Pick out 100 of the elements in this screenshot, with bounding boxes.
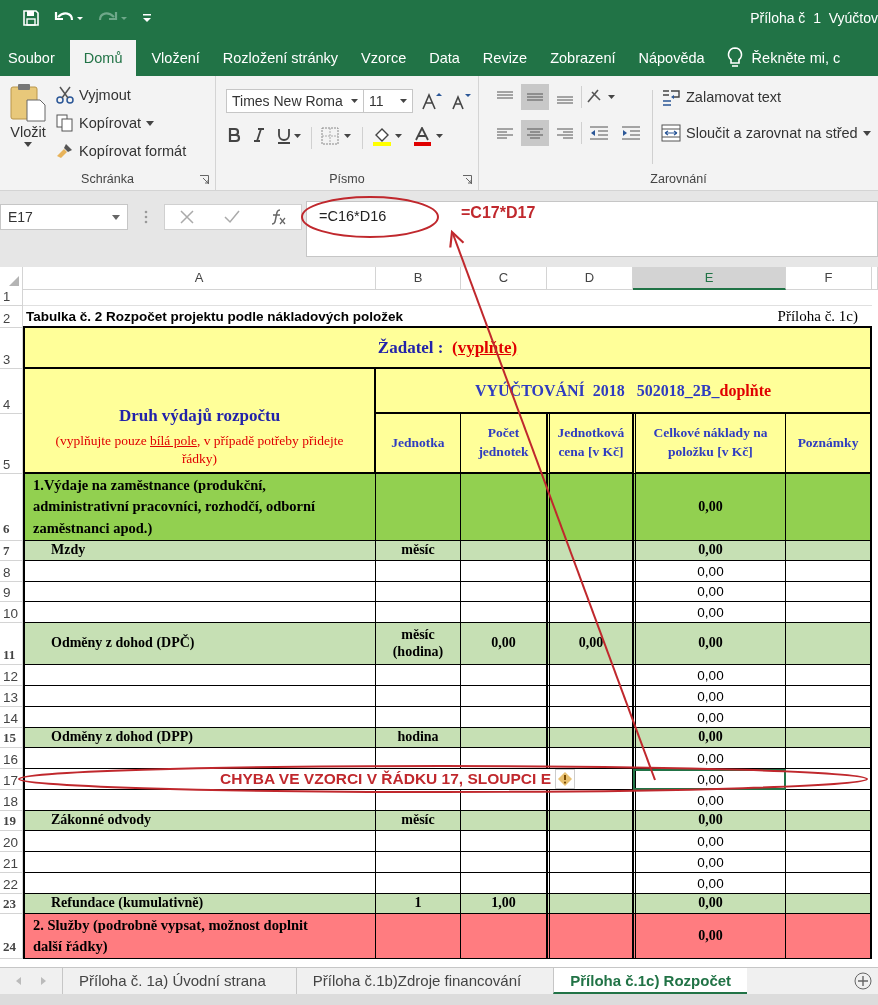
table-cell: 0,00 — [633, 665, 786, 686]
row-header[interactable]: 2 — [0, 306, 23, 328]
copy-button[interactable]: Kopírovat — [56, 112, 187, 134]
cut-button[interactable]: Vyjmout — [56, 84, 187, 106]
row-header[interactable]: 21 — [0, 852, 23, 873]
bold-icon[interactable] — [226, 127, 242, 143]
row-header[interactable]: 12 — [0, 665, 23, 686]
caret-icon — [146, 120, 155, 126]
lightbulb-icon[interactable] — [725, 46, 744, 68]
name-box[interactable]: E17 — [0, 204, 128, 230]
paste-button[interactable]: Vložit — [0, 82, 56, 168]
table-cell: 0,00 — [633, 582, 786, 602]
shrink-font-icon[interactable] — [451, 92, 473, 110]
table-cell: 0,00 — [633, 561, 786, 582]
copy-icon — [56, 114, 74, 132]
table-cell: 0,00 — [461, 623, 547, 665]
row-header[interactable]: 15 — [0, 728, 23, 748]
row-header[interactable]: 20 — [0, 831, 23, 852]
ribbon-tab[interactable]: Domů — [69, 40, 137, 76]
table-cell: 0,00 — [633, 707, 786, 728]
ribbon-tab[interactable]: Soubor — [0, 40, 63, 76]
caret-icon — [862, 130, 871, 136]
table-cell: 0,00 — [633, 831, 786, 852]
italic-icon[interactable] — [251, 127, 267, 143]
table-cell: 1 — [376, 894, 461, 914]
table-cell: 1,00 — [461, 894, 547, 914]
header-title: Druh výdajů rozpočtu — [118, 405, 281, 426]
table-cell: 0,00 — [633, 852, 786, 873]
table-header-cell: Jednotková cena [v Kč] — [547, 414, 633, 474]
ribbon-tab[interactable]: Nápověda — [630, 40, 713, 76]
warning-icon[interactable] — [555, 769, 575, 789]
row-header[interactable]: 8 — [0, 561, 23, 582]
error-annotation: CHYBA VE VZORCI V ŘÁDKU 17, SLOUPCI E — [219, 770, 551, 788]
customize-icon[interactable] — [142, 12, 152, 24]
column-header[interactable]: E — [633, 267, 786, 290]
row-header[interactable]: 11 — [0, 623, 23, 665]
row-header[interactable]: 6 — [0, 474, 23, 541]
row-header[interactable]: 10 — [0, 602, 23, 623]
table-cell: 0,00 — [633, 914, 786, 959]
font-size-field[interactable]: 11 — [363, 89, 413, 113]
paintbrush-icon — [56, 142, 74, 160]
borders-icon[interactable] — [321, 127, 353, 145]
save-icon[interactable] — [22, 9, 40, 27]
ribbon-tab[interactable]: Revize — [474, 40, 536, 76]
caret-icon — [24, 142, 32, 147]
ribbon-tab[interactable]: Data — [421, 40, 468, 76]
merge-center-button[interactable]: Sloučit a zarovnat na střed — [661, 120, 871, 146]
scissors-icon — [56, 86, 74, 104]
table-cell: 0,00 — [633, 811, 786, 831]
sheet-tab[interactable]: Příloha č.1c) Rozpočet — [553, 968, 748, 994]
font-name-field[interactable]: Times New Roma — [226, 89, 364, 113]
row-header[interactable]: 9 — [0, 582, 23, 602]
table-cell: 0,00 — [633, 873, 786, 894]
table-cell: 0,00 — [633, 686, 786, 707]
wrap-text-button[interactable]: Zalamovat text — [661, 84, 871, 110]
table-cell: 0,00 — [547, 623, 633, 665]
add-sheet-icon[interactable] — [854, 972, 872, 990]
row-header[interactable]: 13 — [0, 686, 23, 707]
group-label: Písmo — [329, 172, 365, 186]
drag-handle-icon[interactable] — [144, 209, 148, 225]
applicant-label: Žadatel : — [377, 337, 444, 358]
clipboard-icon — [9, 82, 47, 122]
merge-cells-icon — [661, 123, 681, 143]
row-header[interactable]: 4 — [0, 369, 23, 414]
table-cell: 0,00 — [633, 748, 786, 769]
check-icon[interactable] — [223, 209, 241, 225]
group-label: Zarovnání — [650, 172, 707, 186]
ribbon-tab[interactable]: Vložení — [143, 40, 208, 76]
row-header[interactable]: 18 — [0, 790, 23, 811]
table-cell: měsíc — [376, 541, 461, 561]
dialog-launcher-icon[interactable] — [463, 175, 472, 184]
row-header[interactable]: 22 — [0, 873, 23, 894]
row-header[interactable]: 14 — [0, 707, 23, 728]
row-header[interactable]: 19 — [0, 811, 23, 831]
group-label: Schránka — [81, 172, 134, 186]
row-header[interactable]: 24 — [0, 914, 23, 959]
annotation-text: =C17*D17 — [461, 204, 536, 222]
row-header[interactable]: 5 — [0, 414, 23, 474]
row-header[interactable]: 7 — [0, 541, 23, 561]
fill-color-icon[interactable] — [372, 127, 404, 147]
table-cell: 1.Výdaje na zaměstnance (produkční, administrativní pracovníci, rozhodčí, odborní zaměstnanci apod.) — [23, 474, 376, 541]
row-header[interactable]: 17 — [0, 769, 23, 790]
table-cell: 0,00 — [633, 474, 786, 541]
font-color-icon[interactable] — [413, 127, 445, 147]
dialog-launcher-icon[interactable] — [200, 175, 209, 184]
row-header[interactable]: 1 — [0, 289, 23, 306]
ribbon-tab[interactable]: Rozložení stránky — [214, 40, 347, 76]
ribbon-tab[interactable]: Zobrazení — [542, 40, 624, 76]
ribbon-tab[interactable]: Vzorce — [353, 40, 415, 76]
underline-icon[interactable] — [276, 127, 302, 145]
table-cell: 0,00 — [633, 894, 786, 914]
row-header[interactable]: 3 — [0, 328, 23, 369]
row-header[interactable]: 16 — [0, 748, 23, 769]
window-title: Příloha č 1 Vyúčtov — [750, 10, 878, 26]
grow-font-icon[interactable] — [421, 92, 443, 110]
table-cell: Mzdy — [23, 541, 376, 561]
function-icon[interactable] — [269, 208, 287, 226]
tell-me-field[interactable]: Řekněte mi, c — [751, 40, 841, 76]
row-header[interactable]: 23 — [0, 894, 23, 914]
format-painter-button[interactable]: Kopírovat formát — [56, 140, 187, 162]
